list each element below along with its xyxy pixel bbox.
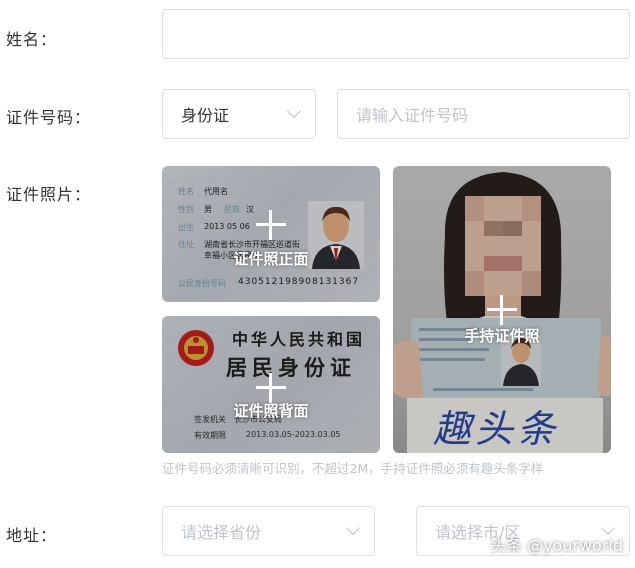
id-photo-label: 证件照片： xyxy=(6,185,92,204)
name-input[interactable] xyxy=(162,9,630,59)
id-number-label: 证件号码： xyxy=(6,108,92,127)
upload-handheld-photo[interactable]: 趣头条 手持证件照 xyxy=(393,166,611,453)
handheld-caption: 手持证件照 xyxy=(464,327,540,345)
source-watermark: 头条 @yourworld xyxy=(489,536,623,555)
upload-hint: 证件号码必须清晰可识别，不超过2M，手持证件照必须有趣头条字样 xyxy=(162,461,544,476)
plus-icon xyxy=(487,294,517,325)
id-type-select[interactable]: 身份证 xyxy=(162,89,316,139)
back-caption: 证件照背面 xyxy=(233,402,309,420)
upload-id-back[interactable]: 中华人民共和国 居民身份证 签发机关 长沙市公安局 有效期限 2013.03.0… xyxy=(162,316,380,453)
id-number-placeholder: 请输入证件号码 xyxy=(356,106,469,125)
upload-id-front[interactable]: 姓名 代用名 性别 男 民族 汉 出生 2013 05 06 住址 湖南省长沙市… xyxy=(162,166,380,302)
province-select[interactable]: 请选择省份 xyxy=(162,506,375,556)
address-label: 地址： xyxy=(6,526,58,545)
plus-icon xyxy=(256,372,286,403)
name-label: 姓名： xyxy=(6,30,58,49)
id-number-input[interactable]: 请输入证件号码 xyxy=(337,89,630,139)
province-placeholder: 请选择省份 xyxy=(181,523,262,542)
chevron-down-icon xyxy=(345,520,361,536)
plus-icon xyxy=(256,210,286,240)
chevron-down-icon xyxy=(286,103,302,119)
id-type-selected-value: 身份证 xyxy=(181,106,230,125)
front-caption: 证件照正面 xyxy=(233,250,309,268)
